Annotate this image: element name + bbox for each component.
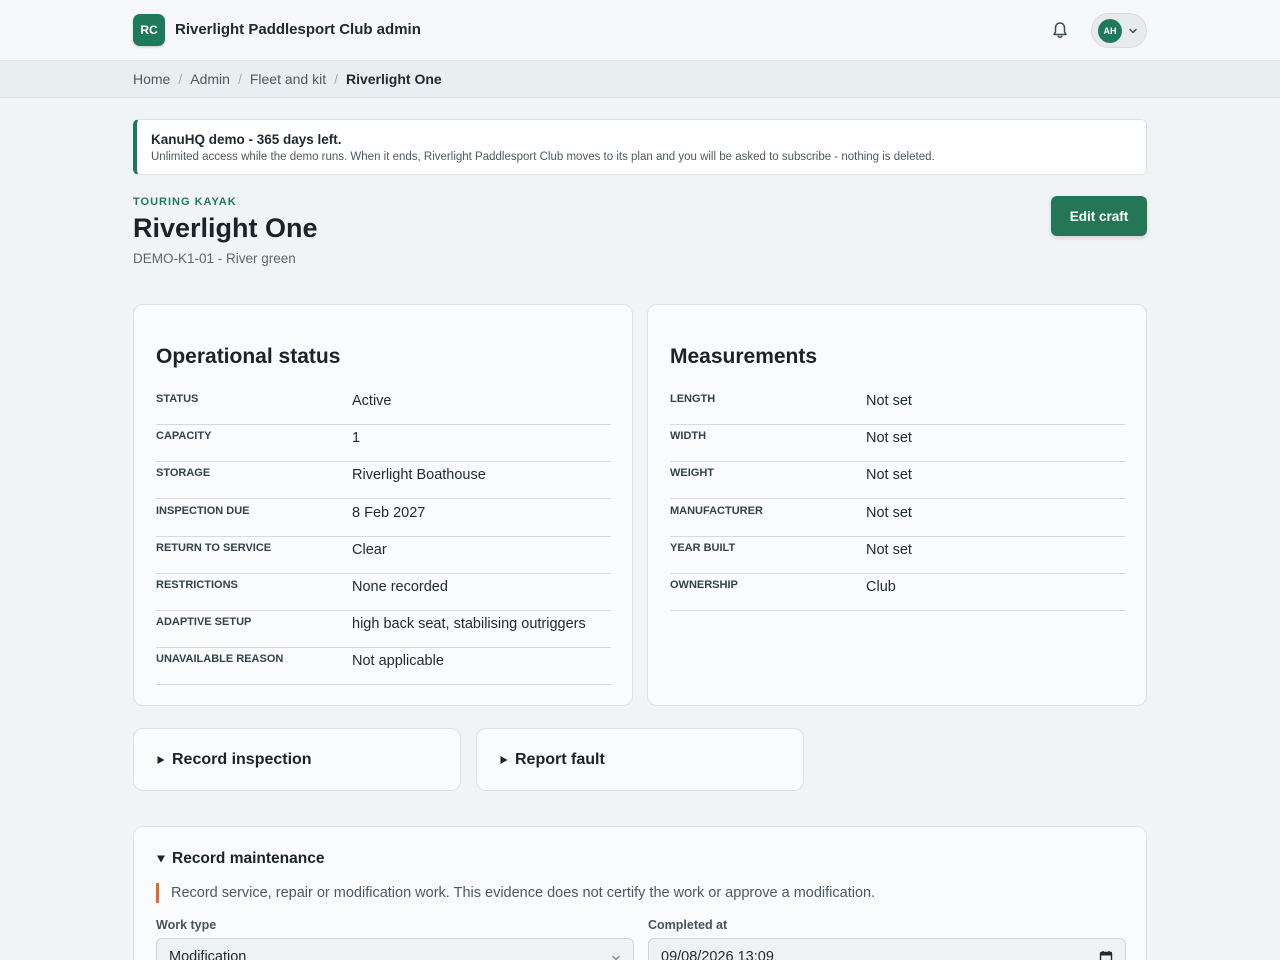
craft-subtitle: DEMO-K1-01 - River green — [133, 251, 296, 266]
completed-at-value: 09/08/2026 13:09 — [661, 949, 774, 960]
breadcrumb-current: Riverlight One — [345, 71, 442, 87]
detail-key: WIDTH — [670, 430, 707, 443]
detail-row: WIDTH Not set — [670, 425, 1125, 463]
detail-row: RESTRICTIONS None recorded — [156, 574, 611, 611]
detail-key: LENGTH — [670, 393, 716, 405]
detail-row: STORAGE Riverlight Boathouse — [156, 462, 611, 500]
demo-notice: KanuHQ demo - 365 days left. Unlimited a… — [133, 119, 1147, 175]
detail-value: Active — [352, 393, 392, 409]
notice-body: Unlimited access while the demo runs. Wh… — [151, 151, 935, 163]
detail-value: Clear — [352, 541, 387, 558]
detail-value: 1 — [352, 430, 361, 447]
report-fault-toggle[interactable]: Report fault — [476, 728, 804, 791]
detail-row: STATUS Active — [156, 388, 611, 425]
avatar: AH — [1098, 19, 1122, 43]
record-inspection-toggle[interactable]: Record inspection — [133, 728, 461, 791]
triangle-down-icon[interactable] — [156, 854, 166, 864]
app-title[interactable]: Riverlight Paddlesport Club admin — [175, 21, 421, 38]
card-title: Measurements — [670, 345, 818, 368]
record-maintenance-toggle[interactable]: Record maintenance — [172, 850, 324, 868]
record-maintenance-section: Record maintenance Record service, repai… — [133, 826, 1147, 960]
detail-key: OWNERSHIP — [670, 579, 738, 591]
triangle-right-icon — [157, 756, 165, 764]
breadcrumb-fleet[interactable]: Fleet and kit — [250, 71, 326, 87]
work-type-label: Work type — [156, 918, 217, 932]
detail-key: ADAPTIVE SETUP — [156, 616, 252, 629]
detail-key: INSPECTION DUE — [156, 504, 250, 517]
detail-row: WEIGHT Not set — [670, 462, 1125, 500]
detail-row: ADAPTIVE SETUP high back seat, stabilisin… — [156, 611, 611, 649]
breadcrumb-admin[interactable]: Admin — [190, 71, 230, 87]
calendar-icon[interactable] — [1099, 950, 1113, 960]
detail-row: YEAR BUILT Not set — [670, 537, 1125, 574]
operational-status-card: Operational status STATUS Active CAPACITY 1… — [133, 304, 633, 706]
detail-row: RETURN TO SERVICE Clear — [156, 537, 611, 574]
detail-value: Not set — [866, 467, 912, 484]
edit-craft-button[interactable]: Edit craft — [1051, 196, 1147, 236]
chevron-down-icon — [612, 955, 620, 960]
detail-key: STORAGE — [156, 467, 211, 480]
detail-key: YEAR BUILT — [670, 541, 736, 554]
work-type-value: Modification — [169, 949, 247, 960]
completed-at-input[interactable]: 09/08/2026 13:09 — [648, 938, 1126, 960]
breadcrumb-separator: / — [334, 71, 338, 87]
card-title: Operational status — [156, 345, 341, 368]
breadcrumb: Home / Admin / Fleet and kit / Riverligh… — [133, 71, 442, 87]
triangle-right-icon — [500, 756, 508, 764]
detail-row: INSPECTION DUE 8 Feb 2027 — [156, 500, 611, 537]
detail-value: Not set — [866, 504, 912, 521]
work-type-select[interactable]: Modification — [156, 938, 634, 960]
detail-row: OWNERSHIP Club — [670, 574, 1125, 611]
detail-key: MANUFACTURER — [670, 504, 763, 517]
detail-value: Club — [866, 579, 896, 595]
detail-key: RESTRICTIONS — [156, 579, 238, 591]
notice-title: KanuHQ demo - 365 days left. — [151, 132, 342, 147]
craft-type: TOURING KAYAK — [133, 196, 237, 208]
bell-icon[interactable] — [1050, 20, 1070, 40]
detail-key: UNAVAILABLE REASON — [156, 653, 284, 666]
detail-value: Not applicable — [352, 653, 444, 670]
user-menu-button[interactable]: AH — [1091, 13, 1147, 48]
record-inspection-label: Record inspection — [172, 751, 312, 768]
detail-key: CAPACITY — [156, 430, 212, 443]
report-fault-label: Report fault — [515, 751, 605, 768]
detail-row: LENGTH Not set — [670, 388, 1125, 425]
detail-value: None recorded — [352, 579, 448, 595]
detail-key: STATUS — [156, 393, 199, 405]
detail-row: CAPACITY 1 — [156, 425, 611, 463]
detail-value: high back seat, stabilising outriggers — [352, 616, 586, 633]
detail-key: WEIGHT — [670, 467, 714, 480]
maintenance-note: Record service, repair or modification w… — [156, 883, 875, 903]
breadcrumb-separator: / — [178, 71, 183, 87]
breadcrumb-bar: Home / Admin / Fleet and kit / Riverligh… — [0, 61, 1280, 98]
detail-value: Not set — [866, 541, 912, 558]
detail-row: UNAVAILABLE REASON Not applicable — [156, 648, 611, 686]
detail-value: Riverlight Boathouse — [352, 467, 486, 484]
detail-value: Not set — [866, 393, 912, 409]
club-logo-badge[interactable]: RC — [133, 14, 165, 46]
chevron-down-icon — [1129, 28, 1137, 34]
top-bar: RC Riverlight Paddlesport Club admin AH — [0, 0, 1280, 61]
measurements-card: Measurements LENGTH Not set WIDTH Not set WE… — [647, 304, 1147, 706]
detail-key: RETURN TO SERVICE — [156, 541, 272, 554]
page-title: Riverlight One — [133, 213, 318, 243]
detail-value: Not set — [866, 430, 912, 447]
breadcrumb-home[interactable]: Home — [133, 71, 170, 87]
detail-row: MANUFACTURER Not set — [670, 500, 1125, 537]
completed-at-label: Completed at — [648, 918, 728, 932]
detail-value: 8 Feb 2027 — [352, 504, 426, 521]
breadcrumb-separator: / — [237, 71, 242, 87]
